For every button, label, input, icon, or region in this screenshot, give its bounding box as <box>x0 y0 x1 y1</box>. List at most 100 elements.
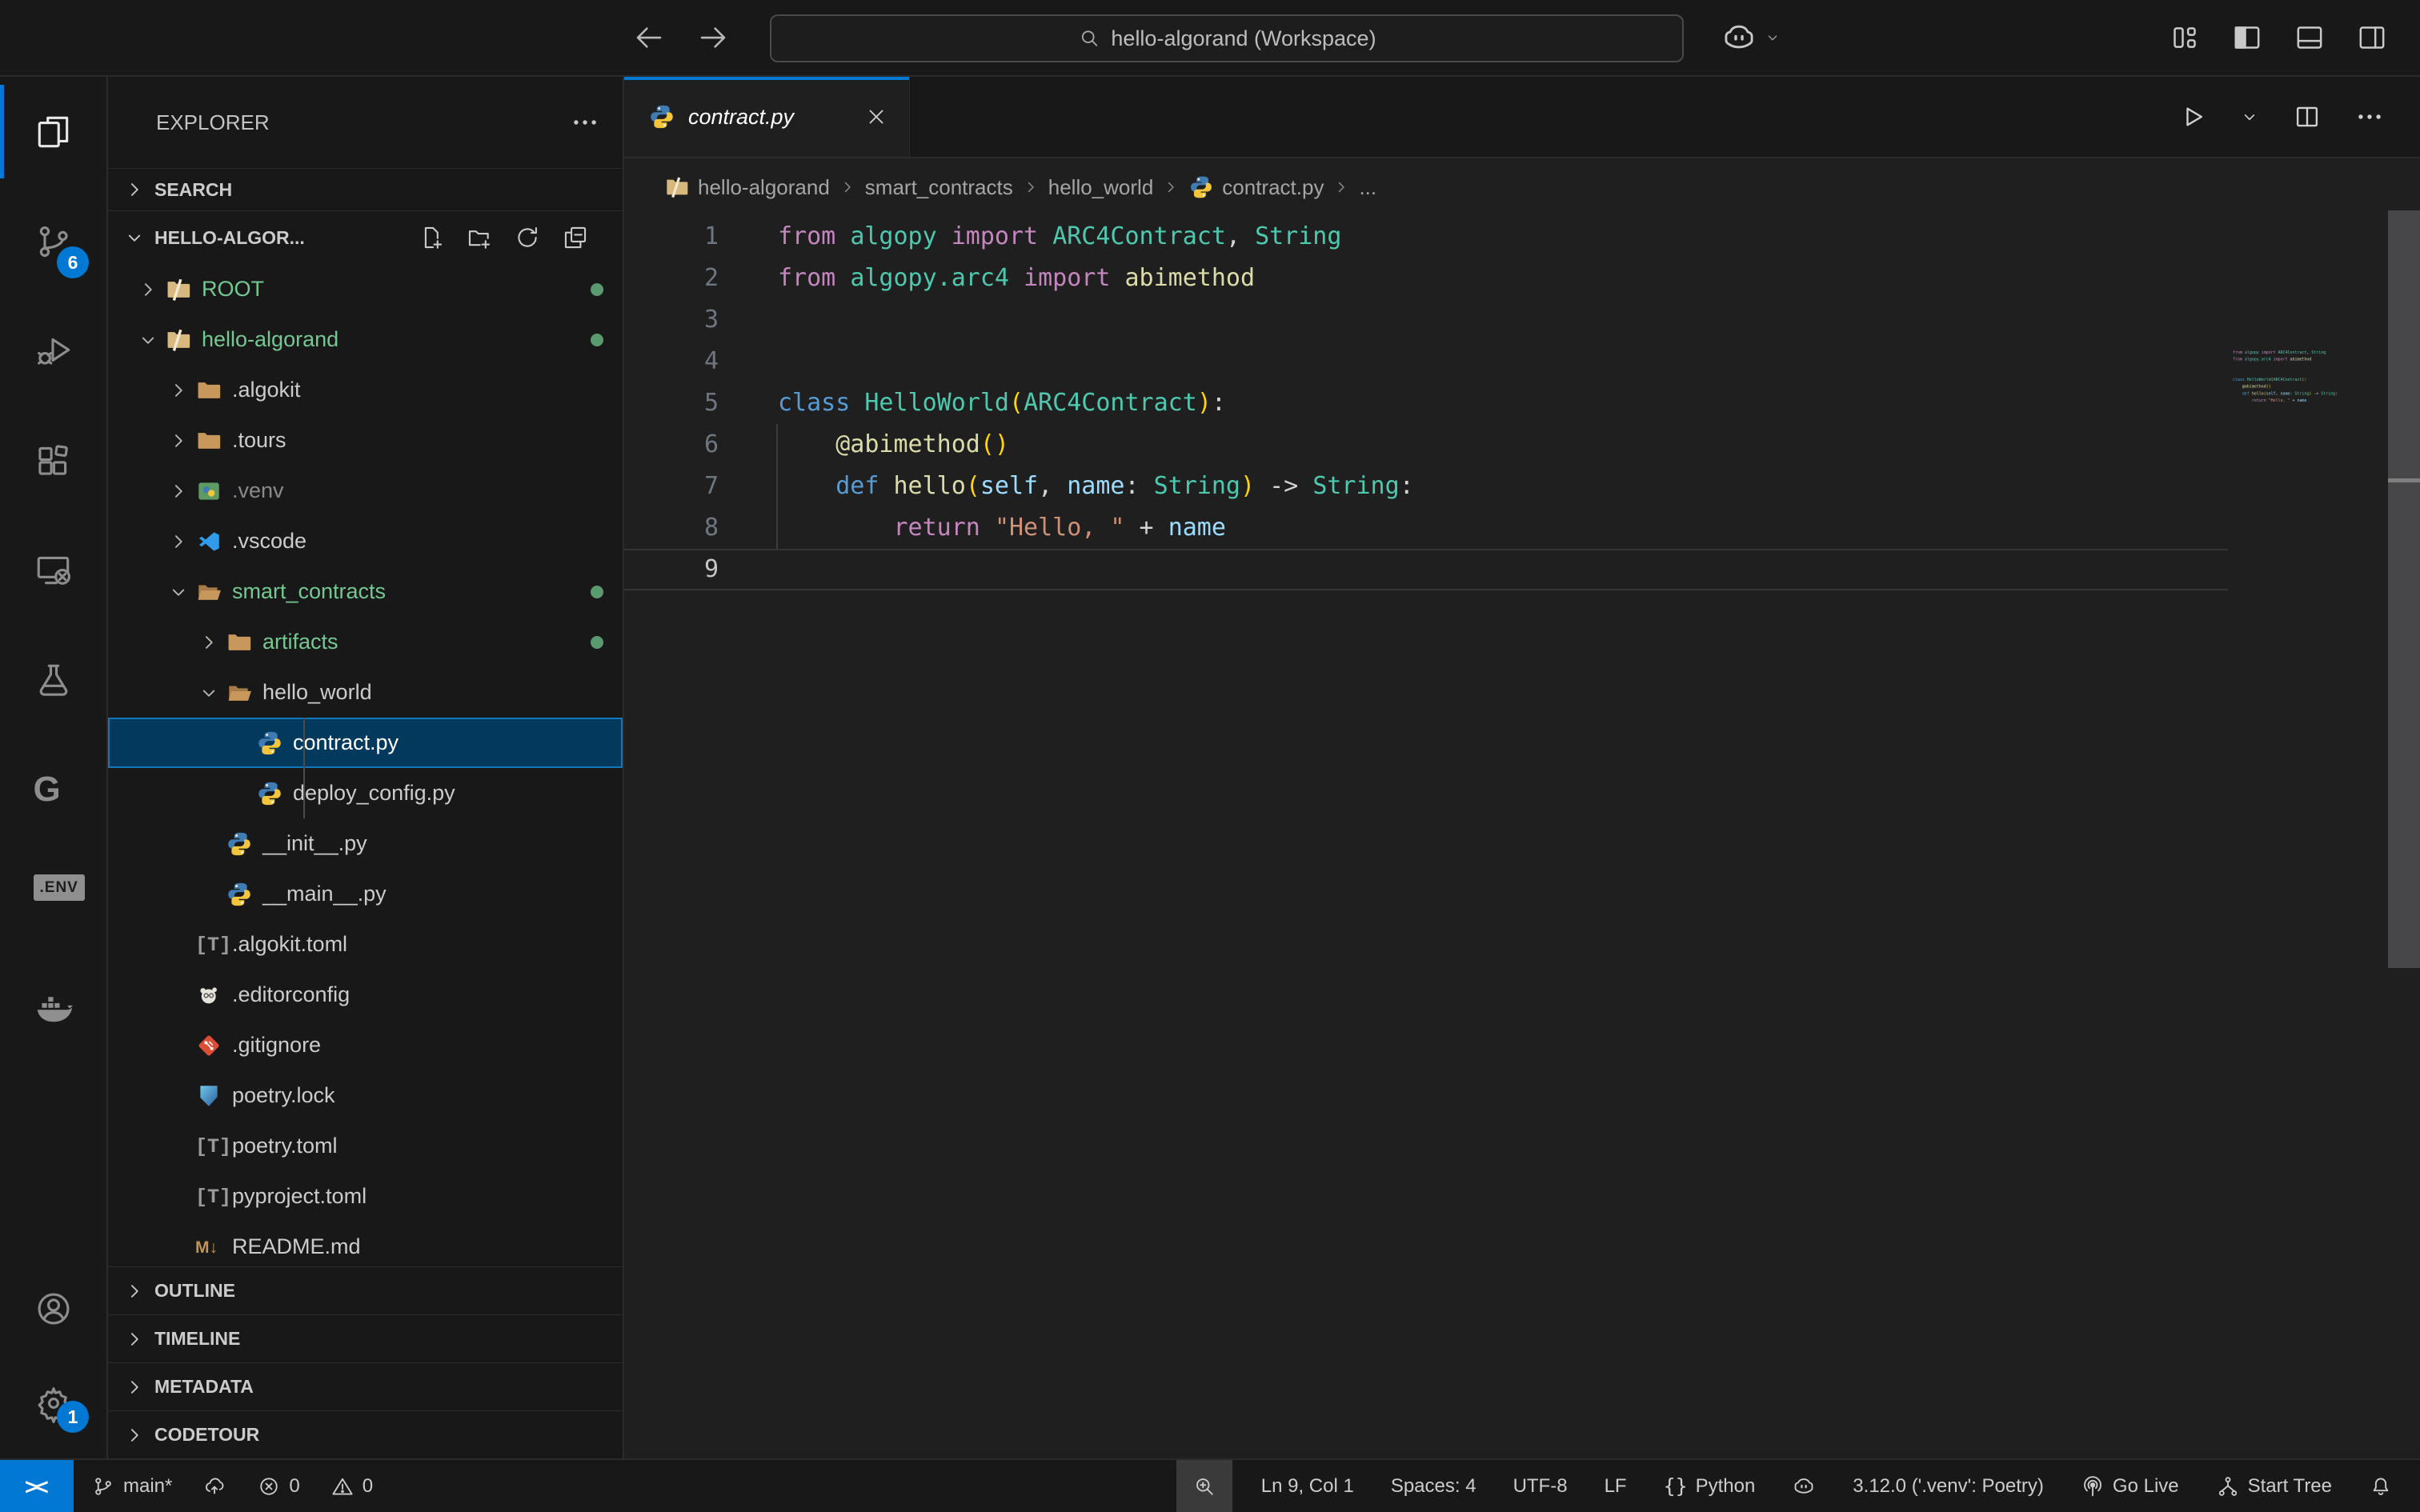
chevron-right-icon <box>166 479 190 503</box>
section-label: TIMELINE <box>154 1328 240 1350</box>
activity-docker[interactable] <box>0 954 106 1063</box>
status-warnings[interactable]: 0 <box>318 1460 386 1512</box>
folder-vscode-icon <box>195 528 222 555</box>
tree-item--gitignore[interactable]: .gitignore <box>108 1020 623 1070</box>
chevron-right-icon <box>838 178 857 197</box>
title-bar: hello-algorand (Workspace) <box>0 0 2420 77</box>
explorer-more-actions[interactable] <box>570 107 600 138</box>
status-encoding[interactable]: UTF-8 <box>1500 1460 1581 1512</box>
tree-item--vscode[interactable]: .vscode <box>108 516 623 566</box>
copilot-menu-button[interactable] <box>1721 19 1781 56</box>
status-label: UTF-8 <box>1513 1475 1568 1498</box>
tree-item-hello-world[interactable]: hello_world <box>108 667 623 718</box>
status-remote-indicator[interactable]: >< <box>0 1460 74 1512</box>
tree-item-artifacts[interactable]: artifacts <box>108 617 623 667</box>
status-label: 3.12.0 ('.venv': Poetry) <box>1853 1475 2044 1498</box>
run-options-dropdown[interactable] <box>2239 106 2260 127</box>
search-section-header[interactable]: SEARCH <box>108 168 623 211</box>
status-notifications[interactable] <box>2356 1460 2406 1512</box>
tree-item-contract-py[interactable]: contract.py <box>108 718 623 768</box>
breadcrumb-item--[interactable]: ... <box>1359 175 1376 200</box>
tree-item-poetry-lock[interactable]: poetry.lock <box>108 1070 623 1121</box>
tree-item--tours[interactable]: .tours <box>108 415 623 466</box>
section-metadata[interactable]: METADATA <box>108 1363 623 1411</box>
section-outline[interactable]: OUTLINE <box>108 1267 623 1315</box>
status-python-interpreter[interactable]: 3.12.0 ('.venv': Poetry) <box>1840 1460 2057 1512</box>
close-tab-icon[interactable] <box>864 105 888 129</box>
sidebar-sections: OUTLINE TIMELINE METADATACODETOUR <box>108 1266 623 1458</box>
breadcrumb-item-hello-algorand[interactable]: hello-algorand <box>664 174 830 200</box>
command-center-search[interactable]: hello-algorand (Workspace) <box>770 14 1684 62</box>
activity-source-control[interactable]: 6 <box>0 186 106 296</box>
tab-contract-py[interactable]: contract.py <box>624 77 910 157</box>
forward-button-icon[interactable] <box>696 21 730 54</box>
chevron-right-icon <box>122 1327 146 1351</box>
status-screencast-zoom[interactable] <box>1176 1460 1232 1512</box>
status-eol-sequence[interactable]: LF <box>1592 1460 1640 1512</box>
tree-item--main-py[interactable]: __main__.py <box>108 869 623 919</box>
chevron-down-icon <box>136 328 160 352</box>
toggle-primary-sidebar-button[interactable] <box>2231 22 2263 54</box>
status-errors[interactable]: 0 <box>244 1460 312 1512</box>
activity-settings[interactable]: 1 <box>0 1356 106 1450</box>
breadcrumb-label: contract.py <box>1222 175 1324 200</box>
breadcrumb-item-hello-world[interactable]: hello_world <box>1048 175 1154 200</box>
line-number: 7 <box>624 466 719 507</box>
status-start-tree[interactable]: Start Tree <box>2203 1460 2345 1512</box>
activity-explorer[interactable] <box>0 77 106 186</box>
toggle-panel-button[interactable] <box>2294 22 2326 54</box>
braces-icon: {} <box>1664 1474 1688 1498</box>
tree-item-hello-algorand[interactable]: hello-algorand <box>108 314 623 365</box>
status-git-branch[interactable]: main* <box>78 1460 185 1512</box>
folder-icon <box>195 427 222 454</box>
twisty-spacer <box>166 1134 190 1158</box>
tree-item-root[interactable]: ROOT <box>108 264 623 314</box>
activity-testing[interactable] <box>0 625 106 734</box>
activity-dotenv[interactable]: .ENV <box>0 844 106 954</box>
status-publish-changes[interactable] <box>190 1460 239 1512</box>
tree-item-poetry-toml[interactable]: [T]poetry.toml <box>108 1121 623 1171</box>
breadcrumb-item-smart-contracts[interactable]: smart_contracts <box>865 175 1013 200</box>
code-editor[interactable]: 123456789 from algopy import ARC4Contrac… <box>624 216 2420 1458</box>
back-button-icon[interactable] <box>632 21 666 54</box>
breadcrumb-item-contract-py[interactable]: contract.py <box>1188 174 1324 200</box>
status-cursor-position[interactable]: Ln 9, Col 1 <box>1248 1460 1367 1512</box>
tree-item-pyproject-toml[interactable]: [T]pyproject.toml <box>108 1171 623 1222</box>
section-timeline[interactable]: TIMELINE <box>108 1315 623 1363</box>
tree-item-label: .venv <box>232 478 284 503</box>
activity-run-and-debug[interactable] <box>0 296 106 406</box>
tree-item-readme-md[interactable]: M↓README.md <box>108 1222 623 1266</box>
status-language-mode[interactable]: {}Python <box>1651 1460 1769 1512</box>
tree-item--algokit[interactable]: .algokit <box>108 365 623 415</box>
new-file-button[interactable] <box>418 224 445 251</box>
tree-item-smart-contracts[interactable]: smart_contracts <box>108 566 623 617</box>
minimap[interactable]: from algopy import ARC4Contract, Stringf… <box>2233 349 2401 685</box>
workspace-section-header[interactable]: HELLO-ALGOR... <box>108 211 623 264</box>
tree-item--editorconfig[interactable]: .editorconfig <box>108 970 623 1020</box>
tree-item--venv[interactable]: .venv <box>108 466 623 516</box>
toggle-secondary-sidebar-button[interactable] <box>2356 22 2388 54</box>
activity-accounts[interactable] <box>0 1262 106 1356</box>
activity-gitlens[interactable]: G <box>0 734 106 844</box>
broadcast-icon <box>2081 1474 2105 1498</box>
activity-extensions[interactable] <box>0 406 106 515</box>
tree-item-deploy-config-py[interactable]: deploy_config.py <box>108 768 623 818</box>
editor-more-actions[interactable] <box>2354 102 2385 132</box>
status-copilot-status[interactable] <box>1779 1460 1829 1512</box>
run-python-file-button[interactable] <box>2177 102 2207 132</box>
activity-remote-explorer[interactable] <box>0 515 106 625</box>
section-codetour[interactable]: CODETOUR <box>108 1411 623 1458</box>
status-label: 0 <box>363 1475 373 1498</box>
collapse-folders-button[interactable] <box>562 224 589 251</box>
tree-item--algokit-toml[interactable]: [T].algokit.toml <box>108 919 623 970</box>
status-go-live[interactable]: Go Live <box>2068 1460 2192 1512</box>
bell-icon <box>2369 1474 2393 1498</box>
scrollbar[interactable] <box>2388 210 2420 968</box>
split-editor-button[interactable] <box>2292 102 2322 132</box>
customize-layout-button[interactable] <box>2169 22 2201 54</box>
refresh-explorer-button[interactable] <box>514 224 541 251</box>
tree-item--init-py[interactable]: __init__.py <box>108 818 623 869</box>
new-folder-button[interactable] <box>466 224 493 251</box>
explorer-sidebar: EXPLORER SEARCH HELLO-ALGOR... ROOThello… <box>108 77 624 1458</box>
status-indentation[interactable]: Spaces: 4 <box>1378 1460 1489 1512</box>
